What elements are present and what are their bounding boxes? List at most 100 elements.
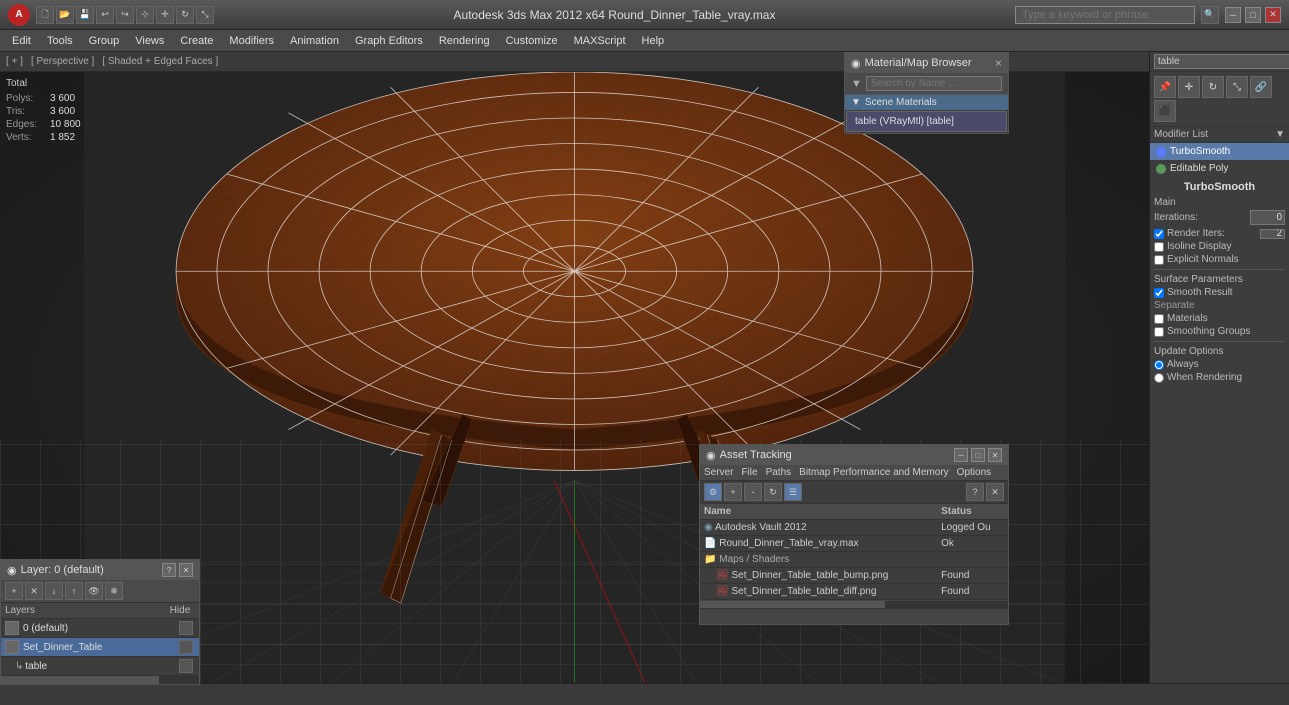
render-iters-label: Render Iters: [1167,228,1225,239]
move-tool-icon[interactable]: ✛ [1178,76,1200,98]
view-plus-bracket[interactable]: [ + ] [6,56,23,67]
layers-help-button[interactable]: ? [162,563,176,577]
render-iters-input[interactable] [1260,229,1285,239]
close-button[interactable]: ✕ [1265,7,1281,23]
select-icon[interactable]: ⊹ [136,6,154,24]
smooth-result-checkbox[interactable] [1154,288,1164,298]
iterations-input[interactable] [1250,210,1285,225]
sublayer-indent-icon: ↳ [15,661,23,672]
menu-animation[interactable]: Animation [282,33,347,49]
layers-close-button[interactable]: ✕ [179,563,193,577]
new-icon[interactable]: 🗋 [36,6,54,24]
layer-hide-toggle-1[interactable] [5,640,19,654]
link-icon[interactable]: 🔗 [1250,76,1272,98]
isoline-checkbox[interactable] [1154,242,1164,252]
layers-scrollbar[interactable] [1,676,199,684]
at-add-icon[interactable]: + [724,483,742,501]
scale-tool-icon[interactable]: ⤡ [1226,76,1248,98]
pin-icon[interactable]: 📌 [1154,76,1176,98]
smooth-result-label: Smooth Result [1167,287,1233,298]
table-row[interactable]: ◉ Autodesk Vault 2012 Logged Ou [700,520,1008,536]
add-selected-icon[interactable]: ↓ [45,582,63,600]
at-close-button[interactable]: ✕ [988,448,1002,462]
material-item[interactable]: table (VRayMtl) [table] [846,111,1007,132]
table-row[interactable]: 🖼 Set_Dinner_Table_table_diff.png Found [700,584,1008,600]
at-refresh-icon[interactable]: ↻ [764,483,782,501]
open-icon[interactable]: 📂 [56,6,74,24]
tris-value: 3 600 [50,106,75,117]
modifier-list-arrow-icon[interactable]: ▼ [1275,129,1285,140]
add-layer-icon[interactable]: + [5,582,23,600]
smoothing-groups-checkbox[interactable] [1154,327,1164,337]
at-help-icon[interactable]: ? [966,483,984,501]
at-menu-server[interactable]: Server [704,467,733,478]
view-shading[interactable]: [ Shaded + Edged Faces ] [102,56,218,67]
materials-checkbox[interactable] [1154,314,1164,324]
menu-tools[interactable]: Tools [39,33,81,49]
render-iters-checkbox[interactable] [1154,229,1164,239]
layer-hide-toggle-0[interactable] [5,621,19,635]
freeze-all-icon[interactable]: ❄ [105,582,123,600]
list-item[interactable]: ↳ table [1,657,199,676]
at-row-name: 🖼 Set_Dinner_Table_table_diff.png [700,584,937,600]
rotate-icon[interactable]: ↻ [176,6,194,24]
at-remove-icon[interactable]: - [744,483,762,501]
list-item[interactable]: Set_Dinner_Table [1,638,199,657]
at-menu-bitmap[interactable]: Bitmap Performance and Memory [799,467,949,478]
scale-icon[interactable]: ⤡ [196,6,214,24]
menu-customize[interactable]: Customize [498,33,566,49]
menu-edit[interactable]: Edit [4,33,39,49]
maximize-button[interactable]: □ [1245,7,1261,23]
modifier-search-input[interactable] [1154,54,1289,69]
help-search-input[interactable] [1015,6,1195,24]
material-search-input[interactable] [866,76,1002,91]
explicit-normals-checkbox[interactable] [1154,255,1164,265]
material-browser-close[interactable]: × [995,56,1002,70]
always-radio[interactable] [1154,360,1164,370]
vault-icon: ◉ [704,522,715,533]
modifier-item-editablepoly[interactable]: Editable Poly [1150,160,1289,177]
undo-icon[interactable]: ↩ [96,6,114,24]
move-icon[interactable]: ✛ [156,6,174,24]
at-minimize-button[interactable]: ─ [954,448,968,462]
asset-tracking-scrollbar[interactable] [700,600,1008,608]
app-logo: A [8,4,30,26]
at-close-icon[interactable]: ✕ [986,483,1004,501]
surface-params-label: Surface Parameters [1154,274,1285,285]
table-row[interactable]: 📁 Maps / Shaders [700,552,1008,568]
at-maximize-button[interactable]: □ [971,448,985,462]
at-menu-options[interactable]: Options [957,467,991,478]
modifier-item-turbosmooth[interactable]: TurboSmooth [1150,143,1289,160]
menu-maxscript[interactable]: MAXScript [566,33,634,49]
menu-help[interactable]: Help [634,33,673,49]
menu-group[interactable]: Group [81,33,128,49]
list-item[interactable]: 0 (default) [1,619,199,638]
menu-rendering[interactable]: Rendering [431,33,498,49]
menu-views[interactable]: Views [127,33,172,49]
remove-selected-icon[interactable]: ↑ [65,582,83,600]
redo-icon[interactable]: ↪ [116,6,134,24]
at-menu-paths[interactable]: Paths [766,467,792,478]
menu-create[interactable]: Create [172,33,221,49]
polys-value: 3 600 [50,93,75,104]
hide-all-icon[interactable]: 👁 [85,582,103,600]
when-rendering-radio[interactable] [1154,373,1164,383]
extra-icon[interactable]: ⬛ [1154,100,1176,122]
always-label: Always [1167,359,1199,370]
menu-graph-editors[interactable]: Graph Editors [347,33,431,49]
delete-layer-icon[interactable]: ✕ [25,582,43,600]
rotate-tool-icon[interactable]: ↻ [1202,76,1224,98]
table-row[interactable]: 📄 Round_Dinner_Table_vray.max Ok [700,536,1008,552]
iterations-label: Iterations: [1154,212,1198,223]
view-perspective[interactable]: [ Perspective ] [31,56,94,67]
at-vault-icon[interactable]: ⚙ [704,483,722,501]
at-menu-file[interactable]: File [741,467,757,478]
menu-modifiers[interactable]: Modifiers [221,33,282,49]
table-row[interactable]: 🖼 Set_Dinner_Table_table_bump.png Found [700,568,1008,584]
at-list-icon[interactable]: ☰ [784,483,802,501]
save-icon[interactable]: 💾 [76,6,94,24]
at-row-name: 📄 Round_Dinner_Table_vray.max [700,536,937,552]
search-icon[interactable]: 🔍 [1201,6,1219,24]
minimize-button[interactable]: ─ [1225,7,1241,23]
stats-panel: Total Polys: 3 600 Tris: 3 600 Edges: 10… [0,72,100,151]
